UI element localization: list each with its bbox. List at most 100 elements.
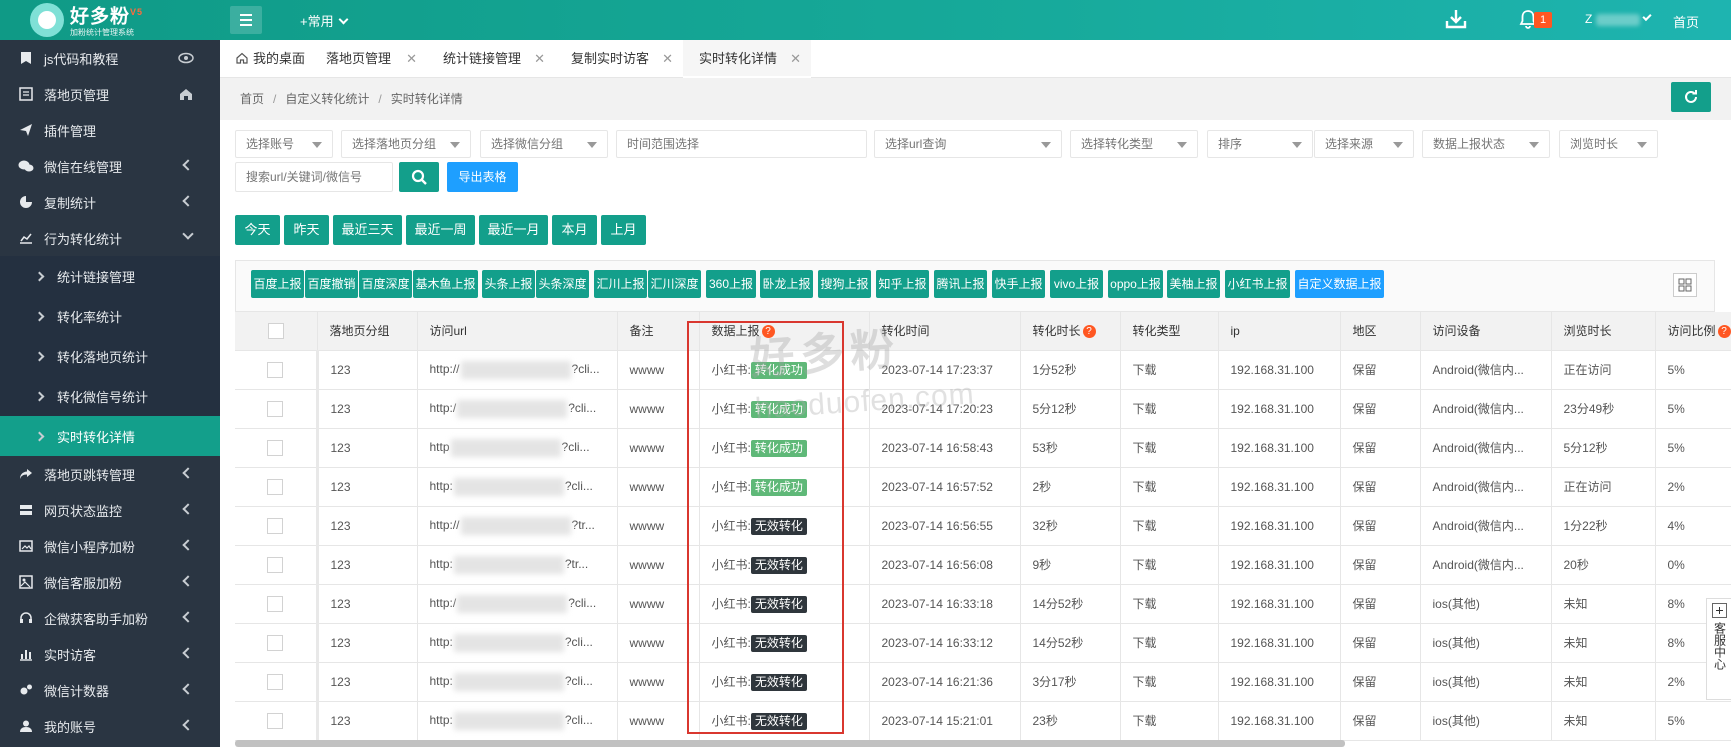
cell-url[interactable]: http:/ ?cli... [417, 389, 618, 429]
sidebar-item-js-code[interactable]: js代码和教程 [0, 40, 220, 76]
sidebar-subitem-link-manage[interactable]: 统计链接管理 [0, 256, 220, 296]
row-checkbox[interactable] [267, 634, 284, 651]
common-menu[interactable]: +常用 [300, 11, 349, 30]
row-checkbox-cell[interactable] [235, 389, 318, 429]
row-checkbox[interactable] [267, 712, 284, 729]
table-row[interactable]: 123 http ?cli... wwww 小红书: 转化成功 2023-07-14 16:… [235, 428, 1731, 468]
export-table-button[interactable]: 导出表格 [447, 162, 518, 192]
cell-url[interactable]: http ?cli... [417, 428, 618, 468]
report-jimuyu-button[interactable]: 基木鱼上报 [413, 270, 478, 298]
table-row[interactable]: 123 http: ?cli... wwww 小红书: 转化成功 2023-07-14 16… [235, 467, 1731, 507]
report-toutiao-button[interactable]: 头条上报 [482, 270, 535, 298]
report-huichuan-deep-button[interactable]: 汇川深度 [648, 270, 701, 298]
row-checkbox-cell[interactable] [235, 623, 318, 663]
sidebar-subitem-conversion-landing[interactable]: 转化落地页统计 [0, 336, 220, 376]
sidebar-item-behavior-conversion[interactable]: 行为转化统计 [0, 220, 220, 256]
cell-url[interactable]: http:// ?tr... [417, 506, 618, 546]
sidebar-item-wecom-assistant[interactable]: 企微获客助手加粉 [0, 600, 220, 636]
sidebar-subitem-conversion-wechat[interactable]: 转化微信号统计 [0, 376, 220, 416]
row-checkbox[interactable] [267, 478, 284, 495]
sidebar-item-landing-page[interactable]: 落地页管理 [0, 76, 220, 112]
row-checkbox[interactable] [267, 439, 284, 456]
close-icon[interactable]: ✕ [534, 40, 545, 78]
report-kuaishou-button[interactable]: 快手上报 [992, 270, 1045, 298]
date-month-recent-button[interactable]: 最近一月 [479, 215, 548, 245]
sidebar-item-wechat-service[interactable]: 微信客服加粉 [0, 564, 220, 600]
wechat-group-select[interactable]: 选择微信分组 [480, 130, 608, 158]
download-icon[interactable] [1444, 8, 1468, 30]
row-checkbox-cell[interactable] [235, 428, 318, 468]
tab-landing-page[interactable]: 落地页管理 ✕ [310, 40, 427, 78]
date-today-button[interactable]: 今天 [235, 215, 280, 245]
close-icon[interactable]: ✕ [662, 40, 673, 78]
row-checkbox-cell[interactable] [235, 662, 318, 702]
select-all-checkbox[interactable] [267, 322, 284, 339]
report-tencent-button[interactable]: 腾讯上报 [934, 270, 987, 298]
report-sogou-button[interactable]: 搜狗上报 [818, 270, 871, 298]
sidebar-item-my-account[interactable]: 我的账号 [0, 708, 220, 744]
sidebar-subitem-realtime-conversion[interactable]: 实时转化详情 [0, 416, 220, 456]
cell-url[interactable]: http:/ ?cli... [417, 584, 618, 624]
conversion-type-select[interactable]: 选择转化类型 [1070, 130, 1198, 158]
header-checkbox-cell[interactable] [235, 312, 318, 351]
report-huichuan-button[interactable]: 汇川上报 [594, 270, 647, 298]
report-vivo-button[interactable]: vivo上报 [1050, 270, 1103, 298]
report-oppo-button[interactable]: oppo上报 [1108, 270, 1163, 298]
report-status-select[interactable]: 数据上报状态 [1422, 130, 1550, 158]
help-icon[interactable]: ? [1717, 325, 1730, 339]
row-checkbox-cell[interactable] [235, 467, 318, 507]
report-xiaohongshu-button[interactable]: 小红书上报 [1225, 270, 1290, 298]
report-custom-button[interactable]: 自定义数据上报 [1295, 270, 1384, 298]
cell-url[interactable]: http: ?cli... [417, 467, 618, 507]
user-name[interactable]: Z [1585, 12, 1641, 26]
date-this-month-button[interactable]: 本月 [552, 215, 597, 245]
row-checkbox-cell[interactable] [235, 701, 318, 741]
url-query-select[interactable]: 选择url查询 [874, 130, 1062, 158]
cell-url[interactable]: http: ?cli... [417, 662, 618, 702]
landing-group-select[interactable]: 选择落地页分组 [341, 130, 471, 158]
cell-url[interactable]: http: ?cli... [417, 701, 618, 741]
row-checkbox-cell[interactable] [235, 584, 318, 624]
sidebar-item-wechat-counter[interactable]: 微信计数器 [0, 672, 220, 708]
date-week-button[interactable]: 最近一周 [406, 215, 475, 245]
report-baidu-deep-button[interactable]: 百度深度 [359, 270, 412, 298]
row-checkbox[interactable] [267, 556, 284, 573]
table-row[interactable]: 123 http://?cli... wwww 小红书: 转化成功 2023-07-14 … [235, 350, 1731, 390]
sidebar-item-page-monitor[interactable]: 网页状态监控 [0, 492, 220, 528]
date-3days-button[interactable]: 最近三天 [333, 215, 402, 245]
table-row[interactable]: 123 http: ?cli... wwww 小红书: 无效转化 2023-07-14 16… [235, 662, 1731, 702]
cell-url[interactable]: http:// ?cli... [417, 350, 618, 390]
cell-url[interactable]: http: ?tr... [417, 545, 618, 585]
report-meiyou-button[interactable]: 美柚上报 [1167, 270, 1220, 298]
table-row[interactable]: 123 http: ?tr... wwww 小红书: 无效转化 2023-07-14 16:… [235, 545, 1731, 585]
row-checkbox[interactable] [267, 517, 284, 534]
row-checkbox-cell[interactable] [235, 350, 318, 390]
report-baidu-revoke-button[interactable]: 百度撤销 [305, 270, 358, 298]
table-row[interactable]: 123 http://?tr... wwww 小红书: 无效转化 2023-07-14 1… [235, 506, 1731, 546]
time-range-input[interactable]: 时间范围选择 [616, 130, 867, 158]
row-checkbox[interactable] [267, 595, 284, 612]
tab-realtime-conversion[interactable]: 实时转化详情 ✕ [683, 40, 811, 78]
sidebar-item-wechat-online[interactable]: 微信在线管理 [0, 148, 220, 184]
duration-select[interactable]: 浏览时长 [1559, 130, 1658, 158]
search-input[interactable]: 搜索url/关键词/微信号 [235, 162, 393, 192]
menu-toggle-button[interactable] [230, 6, 262, 34]
sidebar-item-copy-stats[interactable]: 复制统计 [0, 184, 220, 220]
column-filter-button[interactable] [1673, 273, 1697, 297]
sidebar-item-landing-redirect[interactable]: 落地页跳转管理 [0, 456, 220, 492]
row-checkbox-cell[interactable] [235, 506, 318, 546]
report-wolong-button[interactable]: 卧龙上报 [760, 270, 813, 298]
date-last-month-button[interactable]: 上月 [601, 215, 646, 245]
row-checkbox[interactable] [267, 361, 284, 378]
report-360-button[interactable]: 360上报 [706, 270, 756, 298]
row-checkbox[interactable] [267, 400, 284, 417]
tab-my-desktop[interactable]: 我的桌面 [220, 40, 310, 78]
home-link[interactable]: 首页 [1673, 12, 1699, 31]
search-button[interactable] [399, 162, 439, 192]
sidebar-item-realtime-visitors[interactable]: 实时访客 [0, 636, 220, 672]
report-toutiao-deep-button[interactable]: 头条深度 [536, 270, 589, 298]
report-zhihu-button[interactable]: 知乎上报 [876, 270, 929, 298]
date-yesterday-button[interactable]: 昨天 [284, 215, 329, 245]
account-select[interactable]: 选择账号 [235, 130, 333, 158]
help-icon[interactable]: ? [1082, 325, 1096, 339]
